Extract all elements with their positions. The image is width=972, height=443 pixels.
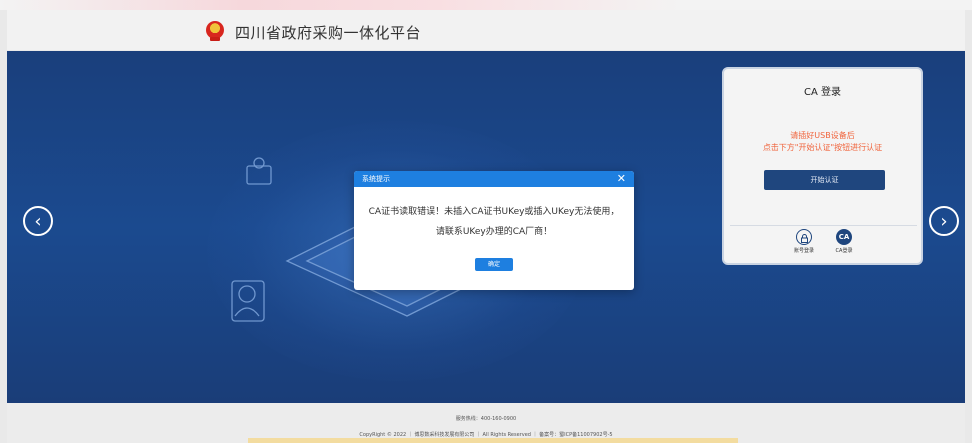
dialog-message-line1: CA证书读取错误！未插入CA证书UKey或插入UKey无法使用， [368, 207, 620, 217]
ok-button[interactable]: 确定 [475, 258, 513, 271]
dialog-header: 系统提示 ✕ [354, 171, 634, 187]
close-icon[interactable]: ✕ [617, 172, 626, 186]
dialog-message-line2: 请联系UKey办理的CA厂商！ [435, 227, 553, 237]
system-alert-dialog: 系统提示 ✕ CA证书读取错误！未插入CA证书UKey或插入UKey无法使用， … [354, 171, 634, 290]
dialog-title: 系统提示 [362, 175, 390, 183]
